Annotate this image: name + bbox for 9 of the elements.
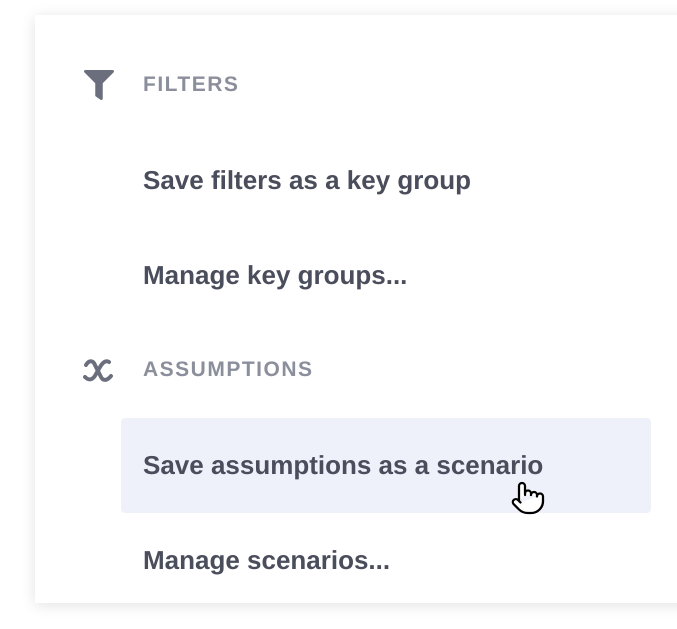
section-heading: ASSUMPTIONS (143, 357, 314, 384)
menu-item[interactable]: Manage key groups... (121, 228, 651, 323)
funnel-icon (84, 70, 114, 100)
menu-item[interactable]: Save assumptions as a scenario (121, 418, 651, 513)
section-heading: FILTERS (143, 72, 240, 98)
menu-item[interactable]: Manage scenarios... (121, 513, 651, 608)
menu-item[interactable]: Save filters as a key group (121, 133, 651, 228)
hand-cursor-icon (510, 480, 546, 516)
italic-x-icon (82, 357, 116, 383)
